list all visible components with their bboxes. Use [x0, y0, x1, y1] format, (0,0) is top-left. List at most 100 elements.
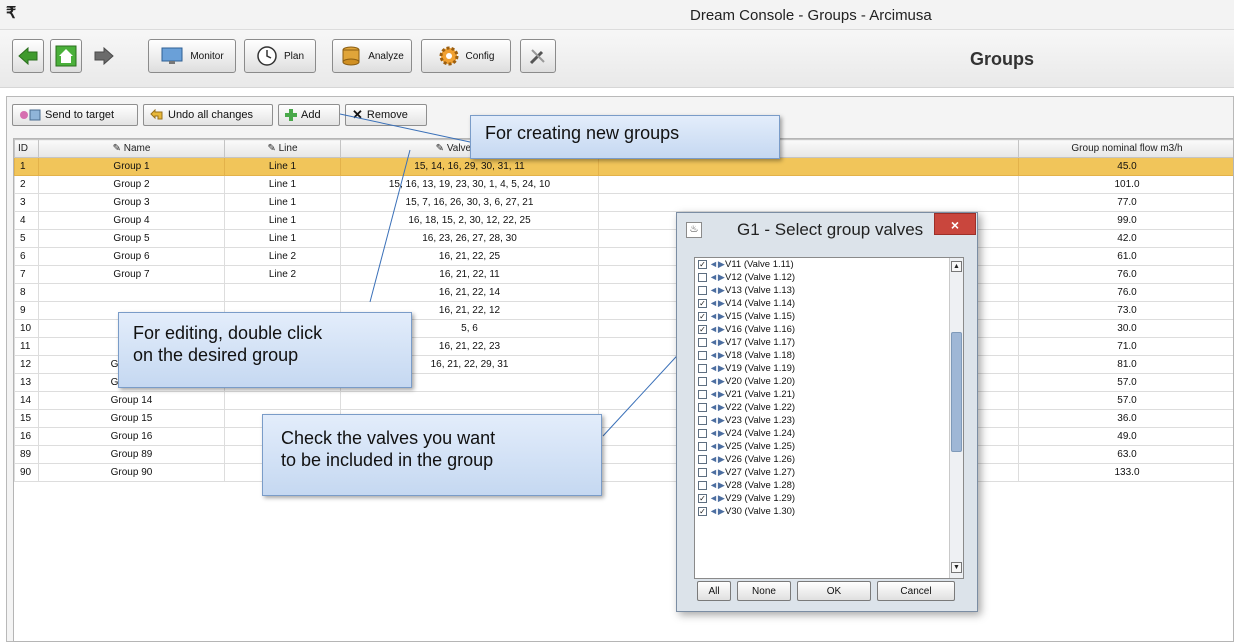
- cell-line[interactable]: Line 2: [224, 247, 341, 266]
- cell-flow[interactable]: 57.0: [1018, 373, 1233, 392]
- cell-valves[interactable]: 15, 7, 16, 26, 30, 3, 6, 27, 21: [340, 193, 599, 212]
- cell-valves[interactable]: 16, 23, 26, 27, 28, 30: [340, 229, 599, 248]
- config-button[interactable]: Config: [421, 39, 511, 73]
- add-button[interactable]: Add: [278, 104, 340, 126]
- cell-flow[interactable]: 76.0: [1018, 265, 1233, 284]
- cell-line[interactable]: Line 2: [224, 265, 341, 284]
- header-line[interactable]: ✎ Line: [224, 139, 341, 158]
- cell-description[interactable]: [598, 157, 1019, 176]
- cell-id[interactable]: 90: [14, 463, 39, 482]
- cell-name[interactable]: Group 2: [38, 175, 225, 194]
- valve-list-item[interactable]: ◄▶ V26 (Valve 1.26): [695, 453, 963, 466]
- checkbox-unchecked-icon[interactable]: [698, 338, 707, 347]
- cell-id[interactable]: 5: [14, 229, 39, 248]
- cell-flow[interactable]: 81.0: [1018, 355, 1233, 374]
- table-row[interactable]: 14 Group 14 57.0: [14, 391, 1233, 410]
- checkbox-unchecked-icon[interactable]: [698, 403, 707, 412]
- valve-list-scrollbar[interactable]: ▲ ▼: [949, 258, 963, 578]
- table-row[interactable]: 8 16, 21, 22, 14 76.0: [14, 283, 1233, 302]
- valve-list-item[interactable]: ◄▶ V12 (Valve 1.12): [695, 271, 963, 284]
- table-row[interactable]: 89Group 89Line 116, 21, 22, 2363.0: [14, 445, 1233, 464]
- header-name[interactable]: ✎ Name: [38, 139, 225, 158]
- valve-list-item[interactable]: ◄▶ V17 (Valve 1.17): [695, 336, 963, 349]
- cell-flow[interactable]: 73.0: [1018, 301, 1233, 320]
- select-all-button[interactable]: All: [697, 581, 731, 601]
- table-row[interactable]: 16 Group 16 49.0: [14, 427, 1233, 446]
- checkbox-unchecked-icon[interactable]: [698, 455, 707, 464]
- send-to-target-button[interactable]: Send to target: [12, 104, 138, 126]
- cell-flow[interactable]: 30.0: [1018, 319, 1233, 338]
- cell-valves[interactable]: 16, 21, 22, 14: [340, 283, 599, 302]
- valve-list-item[interactable]: ✓ ◄▶ V15 (Valve 1.15): [695, 310, 963, 323]
- checkbox-checked-icon[interactable]: ✓: [698, 312, 707, 321]
- cell-flow[interactable]: 76.0: [1018, 283, 1233, 302]
- cell-line[interactable]: [224, 391, 341, 410]
- valve-list-item[interactable]: ◄▶ V27 (Valve 1.27): [695, 466, 963, 479]
- cell-line[interactable]: Line 1: [224, 211, 341, 230]
- cell-line[interactable]: Line 1: [224, 175, 341, 194]
- checkbox-unchecked-icon[interactable]: [698, 286, 707, 295]
- cell-flow[interactable]: 77.0: [1018, 193, 1233, 212]
- checkbox-checked-icon[interactable]: ✓: [698, 260, 707, 269]
- cell-name[interactable]: Group 14: [38, 391, 225, 410]
- checkbox-unchecked-icon[interactable]: [698, 390, 707, 399]
- tools-button[interactable]: [520, 39, 556, 73]
- cell-id[interactable]: 8: [14, 283, 39, 302]
- cell-name[interactable]: Group 3: [38, 193, 225, 212]
- cell-id[interactable]: 4: [14, 211, 39, 230]
- cell-line[interactable]: Line 1: [224, 157, 341, 176]
- cell-name[interactable]: Group 90: [38, 463, 225, 482]
- cell-id[interactable]: 89: [14, 445, 39, 464]
- valve-list-item[interactable]: ◄▶ V22 (Valve 1.22): [695, 401, 963, 414]
- cell-name[interactable]: Group 7: [38, 265, 225, 284]
- cell-name[interactable]: Group 89: [38, 445, 225, 464]
- valve-list-item[interactable]: ◄▶ V24 (Valve 1.24): [695, 427, 963, 440]
- cell-flow[interactable]: 42.0: [1018, 229, 1233, 248]
- valve-list-item[interactable]: ◄▶ V25 (Valve 1.25): [695, 440, 963, 453]
- cell-flow[interactable]: 101.0: [1018, 175, 1233, 194]
- plan-button[interactable]: Plan: [244, 39, 316, 73]
- checkbox-unchecked-icon[interactable]: [698, 364, 707, 373]
- checkbox-unchecked-icon[interactable]: [698, 351, 707, 360]
- checkbox-checked-icon[interactable]: ✓: [698, 507, 707, 516]
- table-row[interactable]: 7 Group 7 Line 2 16, 21, 22, 11 76.0: [14, 265, 1233, 284]
- cell-line[interactable]: Line 1: [224, 229, 341, 248]
- cell-flow[interactable]: 45.0: [1018, 157, 1233, 176]
- cell-name[interactable]: [38, 283, 225, 302]
- table-row[interactable]: 90Group 90Line 216, 17, 8, 18, 9, 10, 13…: [14, 463, 1233, 482]
- cell-flow[interactable]: 61.0: [1018, 247, 1233, 266]
- cell-line[interactable]: Line 1: [224, 193, 341, 212]
- cell-id[interactable]: 6: [14, 247, 39, 266]
- cell-id[interactable]: 13: [14, 373, 39, 392]
- ok-button[interactable]: OK: [797, 581, 871, 601]
- valve-list-item[interactable]: ◄▶ V18 (Valve 1.18): [695, 349, 963, 362]
- checkbox-unchecked-icon[interactable]: [698, 442, 707, 451]
- select-none-button[interactable]: None: [737, 581, 791, 601]
- cell-id[interactable]: 7: [14, 265, 39, 284]
- table-row[interactable]: 15 Group 15 36.0: [14, 409, 1233, 428]
- valve-list-item[interactable]: ✓ ◄▶ V14 (Valve 1.14): [695, 297, 963, 310]
- cell-description[interactable]: [598, 193, 1019, 212]
- scroll-up-arrow-icon[interactable]: ▲: [951, 261, 962, 272]
- header-flow[interactable]: Group nominal flow m3/h: [1018, 139, 1233, 158]
- cell-valves[interactable]: 16, 21, 22, 25: [340, 247, 599, 266]
- checkbox-checked-icon[interactable]: ✓: [698, 325, 707, 334]
- cell-flow[interactable]: 57.0: [1018, 391, 1233, 410]
- scroll-down-arrow-icon[interactable]: ▼: [951, 562, 962, 573]
- cell-flow[interactable]: 71.0: [1018, 337, 1233, 356]
- valve-list-item[interactable]: ◄▶ V13 (Valve 1.13): [695, 284, 963, 297]
- cell-name[interactable]: Group 15: [38, 409, 225, 428]
- cell-id[interactable]: 3: [14, 193, 39, 212]
- valve-list-item[interactable]: ✓ ◄▶ V16 (Valve 1.16): [695, 323, 963, 336]
- cell-description[interactable]: [598, 175, 1019, 194]
- cell-valves[interactable]: 16, 18, 15, 2, 30, 12, 22, 25: [340, 211, 599, 230]
- table-row[interactable]: 6 Group 6 Line 2 16, 21, 22, 25 61.0: [14, 247, 1233, 266]
- cell-flow[interactable]: 36.0: [1018, 409, 1233, 428]
- forward-button[interactable]: [88, 39, 120, 73]
- cell-valves[interactable]: 15, 16, 13, 19, 23, 30, 1, 4, 5, 24, 10: [340, 175, 599, 194]
- cell-name[interactable]: Group 4: [38, 211, 225, 230]
- cell-name[interactable]: Group 6: [38, 247, 225, 266]
- cell-id[interactable]: 1: [14, 157, 39, 176]
- cancel-button[interactable]: Cancel: [877, 581, 955, 601]
- header-id[interactable]: ID: [14, 139, 39, 158]
